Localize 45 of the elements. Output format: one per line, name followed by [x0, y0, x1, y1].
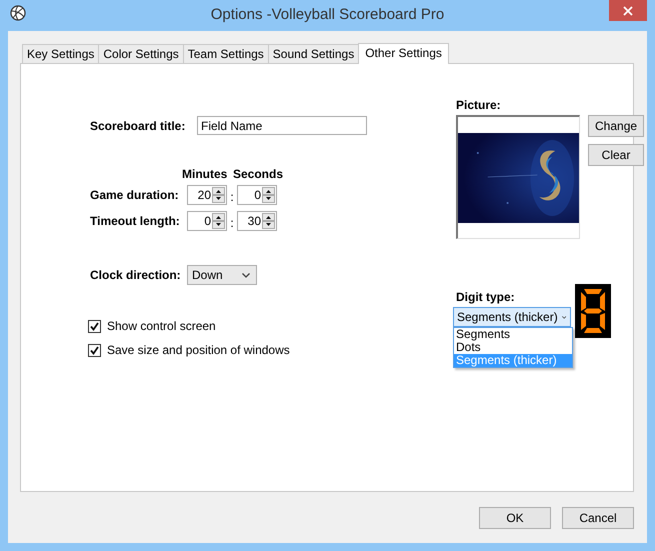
spin-arrows-icon [212, 213, 225, 229]
volleyball-icon [10, 4, 26, 20]
chevron-down-icon [242, 272, 250, 278]
tab[interactable]: Other Settings [358, 43, 449, 64]
chevron-down-icon [562, 314, 566, 320]
close-button[interactable] [609, 0, 647, 21]
dropdown-option[interactable]: Segments [454, 328, 572, 341]
checkbox[interactable] [88, 320, 101, 332]
seconds-spinner[interactable]: 30 [237, 211, 277, 231]
field-label: Game duration: [90, 188, 180, 202]
seconds-spinner[interactable]: 0 [237, 185, 277, 205]
field-label: Scoreboard title: [90, 118, 186, 132]
spin-arrows-icon [262, 187, 275, 203]
field-label: Timeout length: [90, 214, 181, 228]
digit-type-dropdown[interactable]: Segments (thicker) [453, 307, 571, 327]
window-title: Options -Volleyball Scoreboard Pro [210, 6, 444, 23]
change-button[interactable]: Change [588, 115, 644, 137]
checkbox-label: Show control screen [107, 319, 216, 333]
separator: : [229, 216, 235, 230]
scoreboard-title-field[interactable]: Field Name [197, 116, 367, 135]
minutes-spinner[interactable]: 0 [187, 211, 227, 231]
dropdown-option[interactable]: Dots [454, 341, 572, 354]
separator: : [229, 190, 235, 204]
tab[interactable]: Team Settings [182, 44, 269, 63]
spin-arrows-icon [212, 187, 225, 203]
picture-label: Picture: [456, 98, 502, 112]
clock-direction-dropdown[interactable]: Down [187, 265, 257, 285]
cancel-button[interactable]: Cancel [562, 507, 634, 529]
tab[interactable]: Key Settings [22, 44, 100, 63]
check-icon [90, 322, 99, 330]
minutes-spinner[interactable]: 20 [187, 185, 227, 205]
tab[interactable]: Color Settings [98, 44, 184, 63]
digit-preview-icon [575, 284, 611, 338]
check-icon [90, 346, 99, 354]
column-heading: Minutes [182, 167, 228, 181]
digit-type-label: Digit type: [456, 290, 516, 304]
column-heading: Seconds [233, 167, 284, 181]
clear-button[interactable]: Clear [588, 144, 644, 166]
checkbox-label: Save size and position of windows [107, 343, 290, 357]
spin-arrows-icon [262, 213, 275, 229]
close-icon [623, 6, 633, 16]
field-label: Clock direction: [90, 268, 182, 282]
checkbox[interactable] [88, 344, 101, 356]
tab[interactable]: Sound Settings [268, 44, 360, 63]
ok-button[interactable]: OK [479, 507, 551, 529]
